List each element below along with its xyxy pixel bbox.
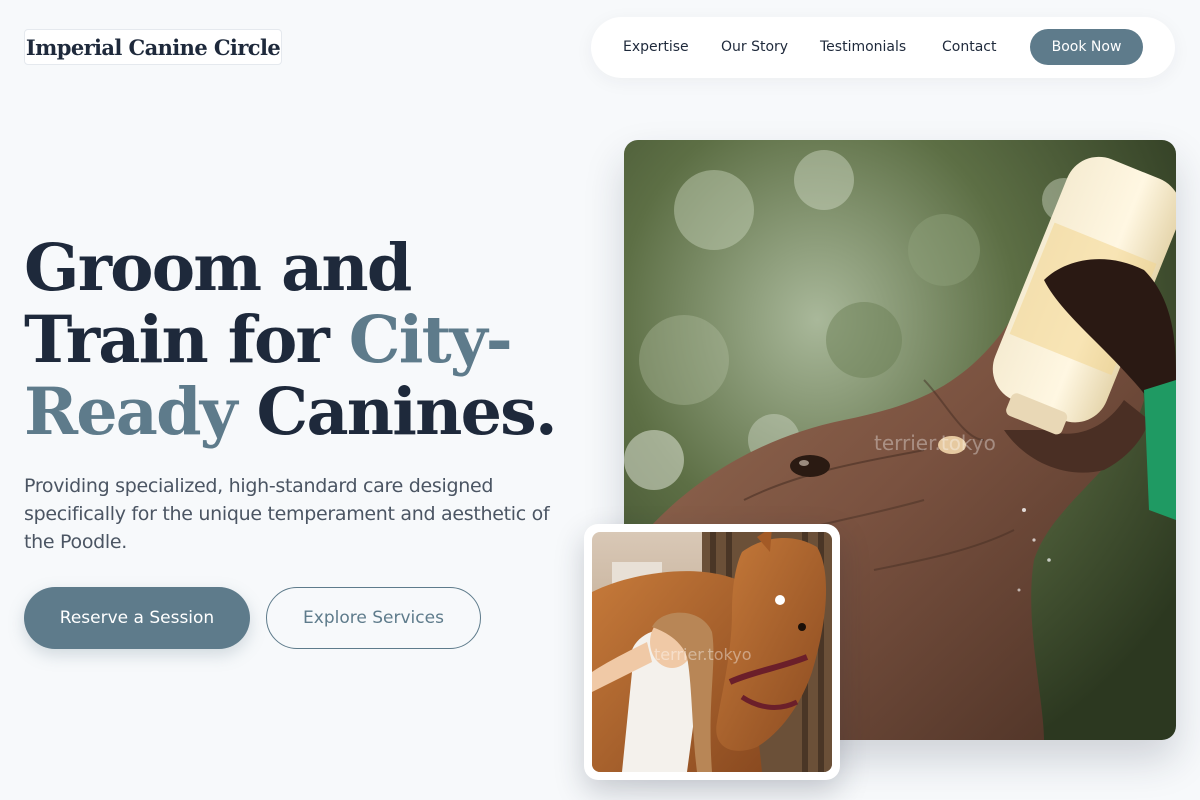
hero-title-accent: City- xyxy=(348,302,513,378)
nav-link-expertise[interactable]: Expertise xyxy=(623,39,689,55)
hero-inset-photo: terrier.tokyo xyxy=(592,532,832,772)
main-nav: Expertise Our Story Testimonials Contact… xyxy=(591,17,1175,78)
hero-title-accent: Ready xyxy=(24,374,238,450)
book-now-button[interactable]: Book Now xyxy=(1030,29,1143,65)
nav-link-testimonials[interactable]: Testimonials xyxy=(820,39,906,55)
hero-title-line-1: Groom and xyxy=(24,230,412,306)
explore-services-button[interactable]: Explore Services xyxy=(266,587,481,649)
nav-link-our-story[interactable]: Our Story xyxy=(721,39,788,55)
site-logo[interactable]: Imperial Canine Circle xyxy=(24,29,282,65)
nav-link-contact[interactable]: Contact xyxy=(942,39,996,55)
hero-title-line-3: Ready Canines. xyxy=(24,376,584,448)
hero-subtitle: Providing specialized, high-standard car… xyxy=(24,475,550,553)
hero-inset-card: terrier.tokyo xyxy=(584,524,840,780)
hero-title: Groom and Train for City- Ready Canines. xyxy=(24,232,584,448)
hero-title-text: Canines. xyxy=(235,374,558,450)
hero-title-text: Train for xyxy=(24,302,349,378)
main-photo-watermark: terrier.tokyo xyxy=(874,431,996,455)
inset-photo-watermark: terrier.tokyo xyxy=(654,645,752,664)
reserve-session-button[interactable]: Reserve a Session xyxy=(24,587,250,649)
hero-title-line-2: Train for City- xyxy=(24,304,584,376)
horse-grooming-photo: terrier.tokyo xyxy=(592,532,832,772)
